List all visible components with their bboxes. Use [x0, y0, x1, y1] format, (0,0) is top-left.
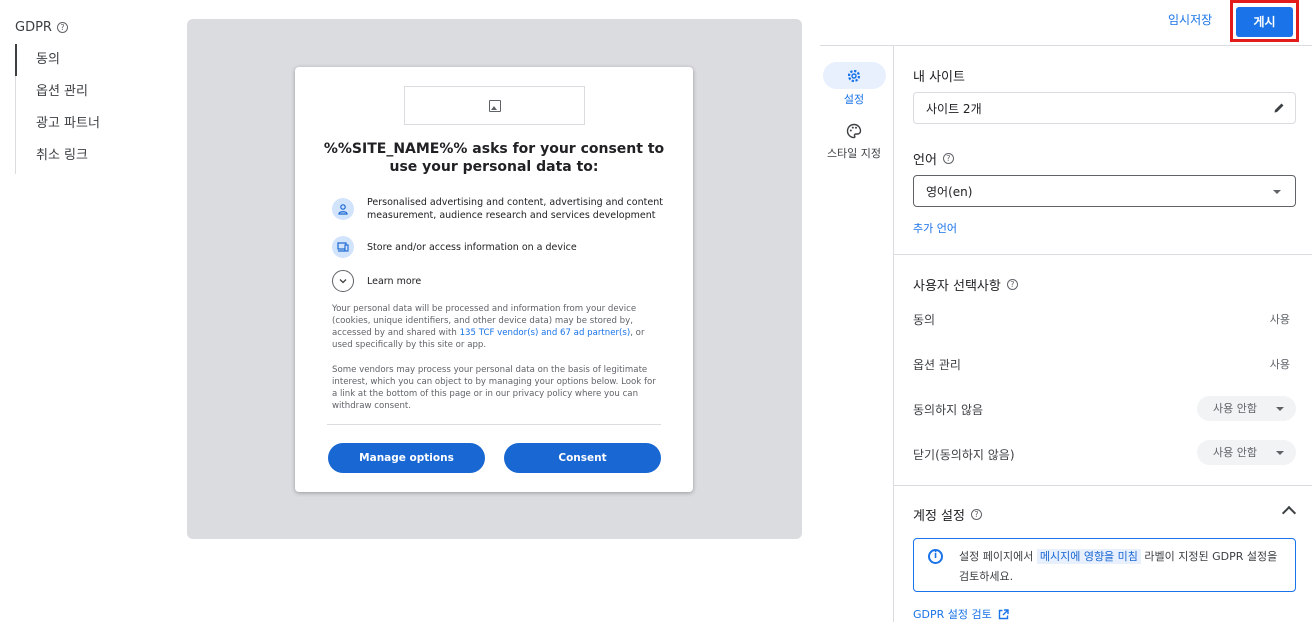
choice-label-do-not-consent: 동의하지 않음 [913, 403, 984, 417]
site-field-value: 사이트 2개 [926, 101, 982, 116]
external-link-icon [998, 608, 1009, 619]
publish-button[interactable]: 게시 [1236, 7, 1293, 37]
dropdown-value: 사용 안함 [1213, 402, 1257, 415]
rail-tab-settings-label: 설정 [843, 93, 865, 106]
help-icon[interactable]: ? [970, 509, 982, 520]
settings-panel: 내 사이트 사이트 2개 언어 ? 영어(en) 추가 언어 사용자 선택사항 … [894, 46, 1312, 622]
language-select-value: 영어(en) [926, 184, 973, 199]
nav-title-label: GDPR [15, 20, 52, 35]
dropdown-arrow-icon [1276, 451, 1284, 455]
save-draft-link[interactable]: 임시저장 [1168, 11, 1212, 28]
palette-icon [846, 123, 862, 138]
nav-item-manage-options[interactable]: 옵션 관리 [16, 76, 100, 108]
info-icon: i [928, 549, 943, 564]
site-field[interactable]: 사이트 2개 [913, 92, 1296, 124]
consent-button[interactable]: Consent [504, 443, 661, 473]
divider [894, 254, 1312, 255]
gear-icon [847, 69, 861, 82]
help-icon[interactable]: ? [942, 153, 954, 164]
choice-label-close: 닫기(동의하지 않음) [913, 448, 1015, 462]
divider [894, 485, 1312, 486]
legitimate-interest-paragraph: Some vendors may process your personal d… [332, 365, 656, 411]
dropdown-value: 사용 안함 [1213, 446, 1257, 459]
choice-value-consent: 사용 [1269, 313, 1290, 326]
rail-pill [823, 117, 886, 144]
rail-tab-style[interactable]: 스타일 지정 [810, 117, 898, 161]
language-label: 언어 ? [913, 149, 954, 168]
purpose-item: Personalised advertising and content, ad… [332, 196, 667, 222]
language-select[interactable]: 영어(en) [913, 175, 1296, 207]
account-settings-label-text: 계정 설정 [913, 509, 965, 524]
gdpr-message-editor: GDPR ? 동의 옵션 관리 광고 파트너 취소 링크 %%SITE_NAME… [0, 0, 1312, 622]
info-text-part: 설정 페이지에서 [959, 550, 1037, 563]
vendors-link[interactable]: 135 TCF vendor(s) and 67 ad partner(s) [460, 328, 631, 338]
nav-list: 동의 옵션 관리 광고 파트너 취소 링크 [15, 44, 100, 174]
choice-label-consent: 동의 [913, 313, 936, 327]
rail-pill [822, 62, 886, 89]
learn-more-label: Learn more [367, 275, 422, 287]
user-choices-label-text: 사용자 선택사항 [913, 279, 1001, 294]
nav-item-ad-partners[interactable]: 광고 파트너 [16, 108, 100, 140]
person-icon [332, 198, 354, 220]
info-notice: i 설정 페이지에서 메시지에 영향을 미침 라벨이 지정된 GDPR 설정을 … [913, 538, 1296, 592]
language-label-text: 언어 [913, 153, 937, 168]
divider [327, 424, 661, 425]
choice-label-manage-options: 옵션 관리 [913, 358, 961, 372]
purpose-text: Personalised advertising and content, ad… [367, 197, 663, 221]
user-choices-label: 사용자 선택사항 ? [913, 275, 1018, 294]
device-icon [332, 236, 354, 258]
close-dropdown[interactable]: 사용 안함 [1197, 440, 1296, 465]
review-gdpr-settings-label: GDPR 설정 검토 [913, 608, 992, 621]
review-gdpr-settings-link[interactable]: GDPR 설정 검토 [913, 606, 1009, 622]
rail-tab-style-label: 스타일 지정 [826, 147, 882, 160]
info-notice-text: 설정 페이지에서 메시지에 영향을 미침 라벨이 지정된 GDPR 설정을 검토… [959, 547, 1289, 587]
add-language-link[interactable]: 추가 언어 [913, 220, 957, 236]
chevron-down-icon [332, 270, 354, 292]
site-label: 내 사이트 [913, 70, 965, 85]
image-icon [488, 99, 501, 112]
do-not-consent-dropdown[interactable]: 사용 안함 [1197, 396, 1296, 421]
chevron-up-icon[interactable] [1281, 505, 1297, 521]
consent-dialog: %%SITE_NAME%% asks for your consent to u… [295, 67, 693, 492]
affects-message-chip: 메시지에 영향을 미침 [1036, 549, 1141, 564]
manage-options-button[interactable]: Manage options [328, 443, 485, 473]
nav-title: GDPR ? [15, 20, 68, 35]
message-preview: %%SITE_NAME%% asks for your consent to u… [187, 19, 802, 539]
pencil-icon[interactable] [1273, 102, 1285, 114]
help-icon[interactable]: ? [56, 22, 68, 33]
purpose-text: Store and/or access information on a dev… [367, 241, 577, 253]
publish-highlight: 게시 [1230, 0, 1299, 42]
learn-more-toggle[interactable]: Learn more [332, 270, 667, 292]
nav-item-consent[interactable]: 동의 [15, 44, 100, 76]
dialog-title: %%SITE_NAME%% asks for your consent to u… [323, 141, 665, 175]
data-processing-paragraph: Your personal data will be processed and… [332, 303, 662, 351]
rail-tab-settings[interactable]: 설정 [810, 62, 898, 107]
dropdown-arrow-icon [1276, 407, 1284, 411]
logo-placeholder[interactable] [404, 86, 585, 125]
account-settings-label: 계정 설정 ? [913, 505, 982, 524]
dropdown-arrow-icon [1273, 190, 1281, 194]
purpose-item: Store and/or access information on a dev… [332, 236, 667, 258]
choice-value-manage-options: 사용 [1269, 358, 1290, 371]
help-icon[interactable]: ? [1006, 279, 1018, 290]
nav-item-revocation-link[interactable]: 취소 링크 [16, 140, 100, 172]
